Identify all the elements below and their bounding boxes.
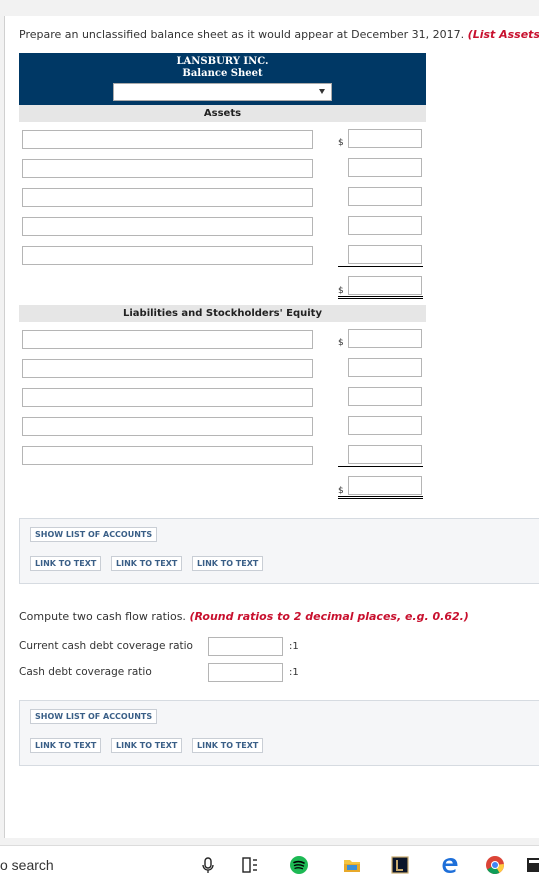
liability-amount-input-4[interactable] — [348, 416, 422, 435]
total-double-rule — [338, 496, 423, 499]
liability-amount-input-3[interactable] — [348, 387, 422, 406]
windows-taskbar: o search — [0, 845, 539, 882]
link-to-text-button[interactable]: LINK TO TEXT — [192, 556, 264, 571]
total-double-rule — [338, 296, 423, 299]
date-dropdown[interactable] — [113, 83, 332, 101]
asset-amount-input-3[interactable] — [348, 187, 422, 206]
liability-account-input-2[interactable] — [22, 359, 313, 378]
asset-amount-input-1[interactable] — [348, 129, 422, 148]
dollar-sign: $ — [338, 338, 344, 348]
spotify-icon[interactable] — [289, 855, 309, 875]
show-list-of-accounts-button[interactable]: SHOW LIST OF ACCOUNTS — [30, 709, 158, 724]
liability-amount-input-2[interactable] — [348, 358, 422, 377]
asset-account-input-2[interactable] — [22, 159, 313, 178]
file-explorer-icon[interactable] — [342, 855, 362, 875]
current-cash-debt-coverage-label: Current cash debt coverage ratio — [19, 640, 193, 652]
ratios-note: (Round ratios to 2 decimal places, e.g. … — [189, 610, 469, 623]
asset-amount-input-4[interactable] — [348, 216, 422, 235]
top-strip — [0, 0, 539, 16]
balance-sheet-header: LANSBURY INC. Balance Sheet — [19, 53, 426, 105]
asset-account-input-1[interactable] — [22, 130, 313, 149]
liabilities-heading: Liabilities and Stockholders' Equity — [19, 305, 426, 322]
ratio-suffix: :1 — [289, 667, 299, 678]
link-to-text-button[interactable]: LINK TO TEXT — [30, 738, 102, 753]
liability-amount-input-1[interactable] — [348, 329, 422, 348]
asset-amount-input-5[interactable] — [348, 245, 422, 264]
dollar-sign: $ — [338, 138, 344, 148]
chrome-icon[interactable] — [485, 855, 505, 875]
link-to-text-button[interactable]: LINK TO TEXT — [30, 556, 102, 571]
resources-panel: SHOW LIST OF ACCOUNTS LINK TO TEXT LINK … — [19, 518, 539, 584]
subtotal-rule — [338, 466, 423, 467]
liability-account-input-1[interactable] — [22, 330, 313, 349]
league-client-icon[interactable] — [390, 855, 410, 875]
subtotal-rule — [338, 266, 423, 267]
company-name: LANSBURY INC. — [176, 56, 269, 67]
app-icon[interactable] — [527, 855, 539, 875]
cash-debt-coverage-input[interactable] — [208, 663, 283, 682]
asset-account-input-4[interactable] — [22, 217, 313, 236]
asset-amount-input-2[interactable] — [348, 158, 422, 177]
resources-panel: SHOW LIST OF ACCOUNTS LINK TO TEXT LINK … — [19, 700, 539, 766]
browser-page: Prepare an unclassified balance sheet as… — [0, 0, 539, 882]
total-assets-input[interactable] — [348, 276, 422, 295]
asset-account-input-5[interactable] — [22, 246, 313, 265]
liability-account-input-4[interactable] — [22, 417, 313, 436]
ratio-suffix: :1 — [289, 641, 299, 652]
ratios-instruction: Compute two cash flow ratios. (Round rat… — [19, 610, 469, 623]
assets-heading: Assets — [19, 105, 426, 122]
instruction-note: (List Assets i — [467, 28, 539, 41]
link-to-text-button[interactable]: LINK TO TEXT — [192, 738, 264, 753]
dollar-sign: $ — [338, 286, 344, 296]
liability-account-input-5[interactable] — [22, 446, 313, 465]
taskbar-search-box[interactable]: o search — [0, 857, 54, 873]
cash-debt-coverage-label: Cash debt coverage ratio — [19, 666, 152, 678]
dollar-sign: $ — [338, 486, 344, 496]
link-to-text-button[interactable]: LINK TO TEXT — [111, 556, 183, 571]
asset-account-input-3[interactable] — [22, 188, 313, 207]
question-panel: Prepare an unclassified balance sheet as… — [4, 16, 539, 838]
chevron-down-icon — [319, 89, 325, 94]
task-view-icon[interactable] — [240, 855, 260, 875]
edge-icon[interactable] — [440, 855, 460, 875]
show-list-of-accounts-button[interactable]: SHOW LIST OF ACCOUNTS — [30, 527, 158, 542]
current-cash-debt-coverage-input[interactable] — [208, 637, 283, 656]
balance-sheet-instruction: Prepare an unclassified balance sheet as… — [19, 28, 539, 41]
liability-amount-input-5[interactable] — [348, 445, 422, 464]
total-liabilities-equity-input[interactable] — [348, 476, 422, 495]
microphone-icon[interactable] — [198, 855, 218, 875]
statement-title: Balance Sheet — [182, 68, 263, 79]
liability-account-input-3[interactable] — [22, 388, 313, 407]
link-to-text-button[interactable]: LINK TO TEXT — [111, 738, 183, 753]
